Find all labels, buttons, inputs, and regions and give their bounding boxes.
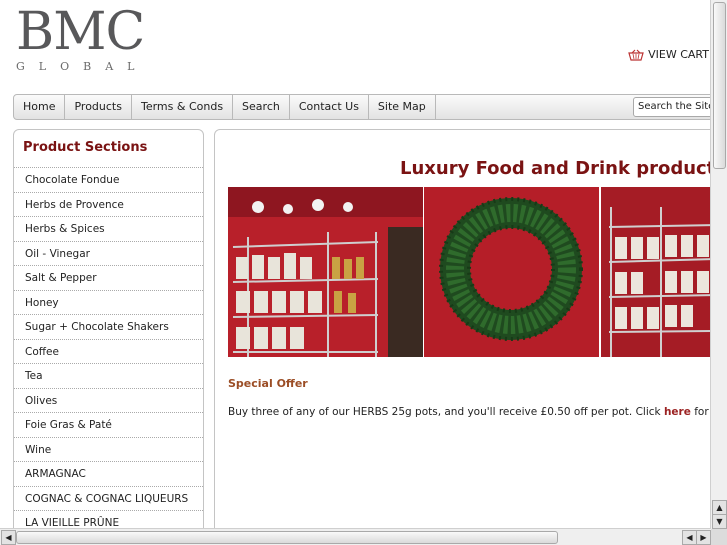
product-sections-panel: Product Sections Chocolate Fondue Herbs … xyxy=(13,129,204,529)
sidebar-item[interactable]: Coffee xyxy=(14,340,203,364)
sidebar-title: Product Sections xyxy=(14,130,203,168)
christmas-wreath-photo xyxy=(424,187,599,357)
sidebar-item[interactable]: COGNAC & COGNAC LIQUEURS xyxy=(14,487,203,511)
sidebar-item[interactable]: Salt & Pepper xyxy=(14,266,203,291)
page-title: Luxury Food and Drink products xyxy=(400,158,711,179)
shop-shelves-photo-1 xyxy=(228,187,423,357)
horizontal-scrollbar[interactable]: ◀ ◀ ▶ xyxy=(0,528,711,545)
logo-text: BMC xyxy=(16,2,145,62)
scroll-right-icon[interactable]: ▶ xyxy=(696,530,711,545)
vertical-scrollbar[interactable]: ▲ ▼ xyxy=(710,0,727,529)
view-cart-label: VIEW CART xyxy=(648,48,709,61)
sidebar-item[interactable]: Wine xyxy=(14,438,203,462)
horizontal-scroll-thumb[interactable] xyxy=(16,531,558,544)
sidebar-item[interactable]: Honey xyxy=(14,291,203,315)
view-cart-link[interactable]: VIEW CART xyxy=(628,48,709,61)
special-offer-text: Buy three of any of our HERBS 25g pots, … xyxy=(228,406,711,418)
vertical-scroll-thumb[interactable] xyxy=(713,2,726,169)
nav-home[interactable]: Home xyxy=(14,95,66,119)
sidebar-item[interactable]: Herbs de Provence xyxy=(14,193,203,217)
sidebar-item[interactable]: Olives xyxy=(14,389,203,413)
scroll-down-icon[interactable]: ▼ xyxy=(712,514,727,529)
nav-terms[interactable]: Terms & Conds xyxy=(132,95,234,119)
nav-search[interactable]: Search xyxy=(233,95,290,119)
offer-body: Buy three of any of our HERBS 25g pots, … xyxy=(228,406,664,418)
scroll-left-icon[interactable]: ◀ xyxy=(1,530,16,545)
scroll-up-icon[interactable]: ▲ xyxy=(712,500,727,515)
basket-icon xyxy=(628,49,644,61)
logo-subtext: GLOBAL xyxy=(16,60,149,73)
scroll-corner xyxy=(711,529,727,545)
nav-contact[interactable]: Contact Us xyxy=(290,95,369,119)
sidebar-item[interactable]: Sugar + Chocolate Shakers xyxy=(14,315,203,340)
page: BMC GLOBAL VIEW CART Home Products Terms… xyxy=(0,0,711,529)
main-nav: Home Products Terms & Conds Search Conta… xyxy=(13,94,711,120)
main-content: Luxury Food and Drink products Special O… xyxy=(214,129,711,529)
sidebar-item[interactable]: LA VIEILLE PRÛNE xyxy=(14,511,203,529)
sidebar-item[interactable]: ARMAGNAC xyxy=(14,462,203,487)
sidebar-list: Chocolate Fondue Herbs de Provence Herbs… xyxy=(14,168,203,529)
nav-products[interactable]: Products xyxy=(65,95,132,119)
offer-here-link[interactable]: here xyxy=(664,406,691,418)
sidebar-item[interactable]: Oil - Vinegar xyxy=(14,242,203,266)
scroll-left-icon-2[interactable]: ◀ xyxy=(682,530,697,545)
special-offer-heading: Special Offer xyxy=(228,377,308,390)
sidebar-item[interactable]: Foie Gras & Paté xyxy=(14,413,203,438)
offer-tail: for more. xyxy=(694,406,711,418)
shop-shelves-photo-2 xyxy=(601,187,711,357)
bmc-logo[interactable]: BMC GLOBAL xyxy=(16,6,148,73)
sidebar-item[interactable]: Tea xyxy=(14,364,203,389)
nav-sitemap[interactable]: Site Map xyxy=(369,95,436,119)
search-input[interactable]: Search the Site xyxy=(633,97,711,117)
sidebar-item[interactable]: Herbs & Spices xyxy=(14,217,203,242)
sidebar-item[interactable]: Chocolate Fondue xyxy=(14,168,203,193)
